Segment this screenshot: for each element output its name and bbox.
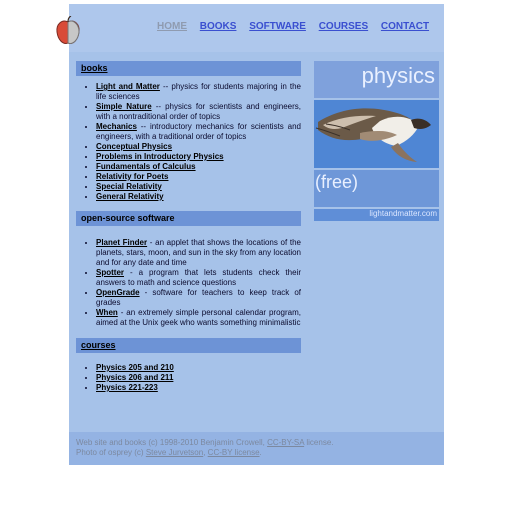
software-link[interactable]: Planet Finder [96,238,147,247]
list-item: Special Relativity [96,182,301,192]
list-item: Problems in Introductory Physics [96,152,301,162]
section-books-title: books [81,63,108,73]
book-link[interactable]: Relativity for Poets [96,172,168,181]
list-item: OpenGrade - software for teachers to kee… [96,288,301,308]
list-item: Fundamentals of Calculus [96,162,301,172]
course-link[interactable]: Physics 221-223 [96,383,158,392]
footer-line-2: Photo of osprey (c) Steve Jurvetson, CC-… [76,448,437,458]
software-link[interactable]: OpenGrade [96,288,140,297]
sidebar-promo: physics (free) lightandmatter.com [314,61,439,221]
section-courses-header: courses [76,338,301,353]
book-link[interactable]: Special Relativity [96,182,162,191]
osprey-photo [314,100,439,168]
nav-books-link[interactable]: BOOKS [200,21,237,32]
footer-comma: , [203,448,206,457]
book-link[interactable]: General Relativity [96,192,164,201]
apple-logo-icon[interactable] [55,16,81,46]
promo-credit[interactable]: lightandmatter.com [314,209,439,221]
list-item: Physics 221-223 [96,383,301,393]
books-list: Light and Matter -- physics for students… [76,82,301,202]
software-desc: - an extremely simple personal calendar … [96,308,301,327]
list-item: When - an extremely simple personal cale… [96,308,301,328]
nav-home-link[interactable]: HOME [157,21,187,32]
nav-software-link[interactable]: SOFTWARE [249,21,306,32]
steve-jurvetson-link[interactable]: Steve Jurvetson [146,448,203,457]
page-container: HOME BOOKS SOFTWARE COURSES CONTACT book… [56,4,444,465]
list-item: Conceptual Physics [96,142,301,152]
book-link[interactable]: Fundamentals of Calculus [96,162,196,171]
software-link[interactable]: When [96,308,118,317]
promo-free-label: (free) [314,170,439,207]
promo-heading: physics [314,61,439,98]
course-link[interactable]: Physics 205 and 210 [96,363,174,372]
book-link[interactable]: Mechanics [96,122,137,131]
list-item: Light and Matter -- physics for students… [96,82,301,102]
footer-line-1: Web site and books (c) 1998-2010 Benjami… [76,438,437,448]
software-desc: - a program that lets students check the… [96,268,301,287]
section-books-header: books [76,61,301,76]
list-item: Physics 206 and 211 [96,373,301,383]
footer-license-suffix: license. [304,438,334,447]
book-link[interactable]: Light and Matter [96,82,160,91]
book-link[interactable]: Problems in Introductory Physics [96,152,224,161]
book-link[interactable]: Conceptual Physics [96,142,172,151]
section-software-title: open-source software [81,213,175,223]
list-item: Simple Nature -- physics for scientists … [96,102,301,122]
cc-by-sa-link[interactable]: CC-BY-SA [267,438,304,447]
nav-contact-link[interactable]: CONTACT [381,21,429,32]
list-item: Planet Finder - an applet that shows the… [96,238,301,268]
section-courses-title: courses [81,340,116,350]
header-bar: HOME BOOKS SOFTWARE COURSES CONTACT [56,4,444,52]
book-link[interactable]: Simple Nature [96,102,152,111]
list-item: Spotter - a program that lets students c… [96,268,301,288]
main-column: books Light and Matter -- physics for st… [76,61,301,393]
courses-list: Physics 205 and 210 Physics 206 and 211 … [76,363,301,393]
footer-period: . [259,448,262,457]
cc-by-link[interactable]: CC-BY license [208,448,260,457]
footer-photo-credit: Photo of osprey (c) [76,448,144,457]
footer: Web site and books (c) 1998-2010 Benjami… [69,432,444,465]
course-link[interactable]: Physics 206 and 211 [96,373,173,382]
osprey-icon [315,108,431,162]
list-item: Mechanics -- introductory mechanics for … [96,122,301,142]
top-nav: HOME BOOKS SOFTWARE COURSES CONTACT [157,21,439,32]
software-list: Planet Finder - an applet that shows the… [76,238,301,328]
section-software-header: open-source software [76,211,301,226]
footer-copyright: Web site and books (c) 1998-2010 Benjami… [76,438,265,447]
software-link[interactable]: Spotter [96,268,124,277]
list-item: Relativity for Poets [96,172,301,182]
list-item: Physics 205 and 210 [96,363,301,373]
nav-courses-link[interactable]: COURSES [319,21,368,32]
list-item: General Relativity [96,192,301,202]
